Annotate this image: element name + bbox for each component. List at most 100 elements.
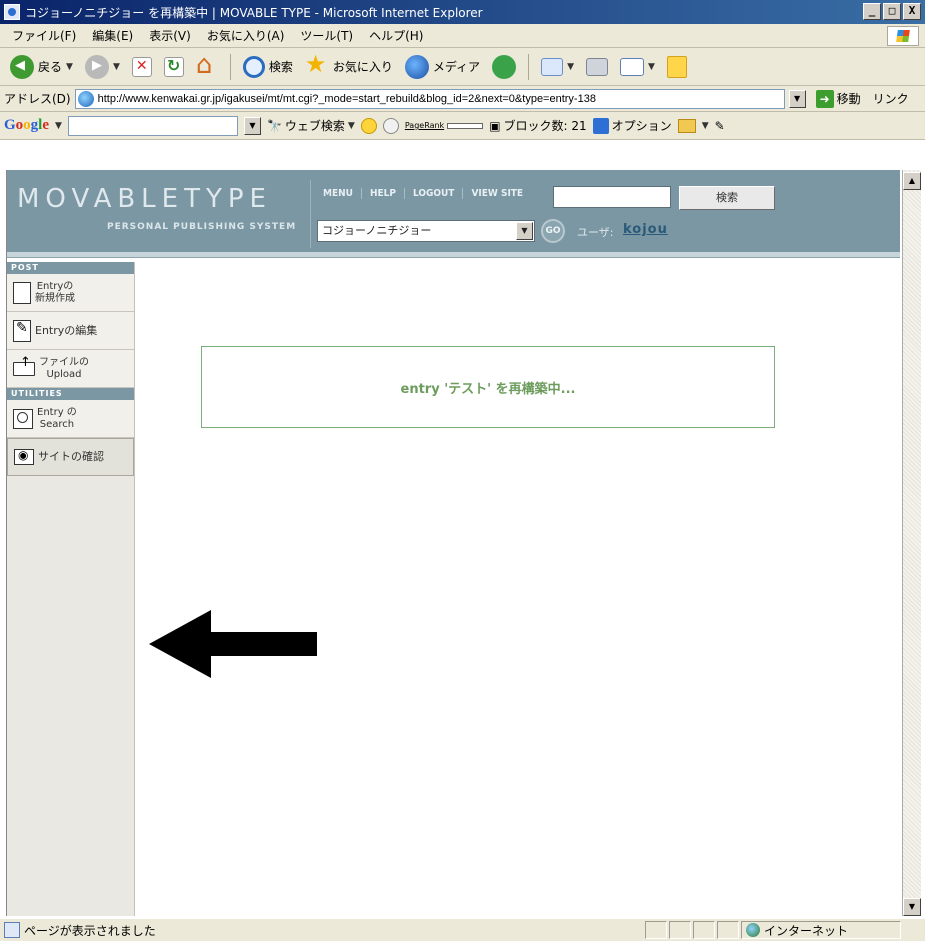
back-dropdown-icon[interactable]: ▼	[66, 62, 73, 72]
left-pointing-arrow-annotation	[149, 610, 317, 678]
forward-dropdown-icon[interactable]: ▼	[113, 62, 120, 72]
back-button[interactable]: 戻る ▼	[6, 51, 77, 83]
options-icon	[592, 117, 609, 134]
edit-dropdown-icon[interactable]: ▼	[648, 62, 655, 72]
address-dropdown-icon[interactable]: ▼	[788, 89, 806, 108]
google-search-dropdown-icon[interactable]: ▼	[243, 116, 261, 135]
google-menu-dropdown-icon[interactable]: ▼	[55, 121, 62, 131]
media-label: メディア	[432, 60, 481, 74]
blog-select-dropdown-icon[interactable]: ▼	[516, 222, 533, 240]
refresh-button[interactable]	[160, 51, 188, 83]
popup-blocker[interactable]: ▣ ブロック数: 21	[489, 117, 586, 134]
sidebar-item-view-site[interactable]: サイトの確認	[7, 438, 134, 476]
sidebar-item-label: Entry の Search	[37, 407, 77, 431]
menu-file[interactable]: ファイル(F)	[4, 27, 84, 44]
options-button[interactable]: オプション	[592, 117, 672, 134]
status-panel	[693, 921, 715, 939]
nav-menu-link[interactable]: MENU	[315, 188, 362, 199]
search-button[interactable]: 検索	[239, 51, 297, 83]
sidebar-item-search-entries[interactable]: Entry の Search	[7, 400, 134, 438]
popup-blocked-count: ブロック数: 21	[503, 119, 587, 133]
ie-page-icon	[4, 4, 20, 20]
menu-help[interactable]: ヘルプ(H)	[361, 27, 431, 44]
vertical-scrollbar[interactable]: ▲ ▼	[902, 170, 921, 916]
window-controls: _ □ X	[863, 3, 921, 20]
mt-logo[interactable]: MOVABLETYPE	[17, 184, 272, 214]
address-input[interactable]: http://www.kenwakai.gr.jp/igakusei/mt/mt…	[74, 88, 785, 109]
links-button[interactable]: リンク	[873, 90, 909, 107]
menu-favorites[interactable]: お気に入り(A)	[199, 27, 293, 44]
favorites-star-icon	[305, 50, 329, 79]
mt-logo-area: MOVABLETYPE PERSONAL PUBLISHING SYSTEM	[7, 170, 303, 252]
minimize-button[interactable]: _	[863, 3, 881, 20]
sad-face-icon[interactable]	[382, 117, 399, 134]
blog-select-value: コジョーノニチジョー	[322, 224, 432, 237]
highlighter-icon[interactable]: ✎	[715, 119, 725, 133]
go-button[interactable]: ➜ 移動	[815, 89, 861, 108]
security-zone: インターネット	[741, 921, 901, 939]
toolbar-separator	[229, 53, 231, 80]
scroll-up-icon[interactable]: ▲	[903, 172, 921, 190]
user-name-link[interactable]: kojou	[623, 222, 668, 237]
google-logo[interactable]: Google	[4, 117, 49, 134]
google-search-input[interactable]	[67, 115, 238, 136]
new-document-icon	[13, 281, 31, 304]
blog-select[interactable]: コジョーノニチジョー ▼	[317, 220, 535, 242]
blog-go-button[interactable]: GO	[541, 219, 565, 243]
google-toolbar: Google ▼ ▼ 🔭 ウェブ検索 ▼ PageRank ▣ ブロック数: 2…	[0, 112, 925, 140]
forward-arrow-icon	[84, 54, 109, 79]
home-button[interactable]	[192, 50, 222, 83]
nav-logout-link[interactable]: LOGOUT	[405, 188, 464, 199]
sidebar-item-edit-entries[interactable]: Entryの編集	[7, 312, 134, 350]
history-button[interactable]	[488, 51, 520, 83]
nav-view-site-link[interactable]: VIEW SITE	[463, 188, 531, 199]
sidebar-item-new-entry[interactable]: Entryの 新規作成	[7, 274, 134, 312]
messenger-button[interactable]	[663, 51, 691, 83]
upload-tray-icon	[13, 355, 35, 376]
folder-icon[interactable]	[677, 118, 696, 133]
menu-view[interactable]: 表示(V)	[141, 27, 199, 44]
mt-search-input[interactable]	[553, 186, 671, 208]
pagerank-bar	[447, 122, 484, 129]
sticky-note-icon	[666, 55, 687, 78]
media-button[interactable]: メディア	[401, 51, 484, 83]
edit-button[interactable]: ▼	[616, 51, 659, 83]
mt-search-button[interactable]: 検索	[679, 186, 775, 210]
folder-dropdown-icon[interactable]: ▼	[702, 121, 709, 131]
internet-globe-icon	[746, 923, 760, 937]
sidebar-item-upload-file[interactable]: ファイルの Upload	[7, 350, 134, 388]
nav-help-link[interactable]: HELP	[362, 188, 405, 199]
web-search-button[interactable]: 🔭 ウェブ検索 ▼	[267, 117, 355, 134]
mail-icon	[541, 57, 564, 76]
web-search-dropdown-icon[interactable]: ▼	[348, 121, 355, 131]
binoculars-icon: 🔭	[266, 118, 282, 133]
history-icon	[492, 54, 517, 79]
pagerank-label: PageRank	[404, 121, 445, 130]
header-underline	[7, 252, 900, 258]
print-button[interactable]	[582, 51, 612, 83]
menu-edit[interactable]: 編集(E)	[84, 27, 141, 44]
happy-face-icon[interactable]	[360, 117, 377, 134]
mt-header: MOVABLETYPE PERSONAL PUBLISHING SYSTEM M…	[7, 170, 900, 252]
mail-dropdown-icon[interactable]: ▼	[567, 62, 574, 72]
scroll-down-icon[interactable]: ▼	[903, 898, 921, 916]
standard-toolbar: 戻る ▼ ▼ 検索 お気に入り メディア ▼ ▼	[0, 48, 925, 86]
mail-button[interactable]: ▼	[537, 51, 578, 83]
sidebar-section-utilities: UTILITIES	[7, 388, 134, 400]
maximize-button[interactable]: □	[883, 3, 901, 20]
menu-tools[interactable]: ツール(T)	[292, 27, 361, 44]
label-line: Entryの	[36, 280, 74, 292]
stop-icon	[131, 56, 152, 77]
back-label: 戻る	[38, 60, 63, 74]
search-icon	[242, 55, 265, 78]
toolbar-separator	[528, 53, 530, 80]
label-line: 新規作成	[35, 292, 75, 304]
close-button[interactable]: X	[903, 3, 921, 20]
favorites-button[interactable]: お気に入り	[301, 50, 397, 83]
forward-button[interactable]: ▼	[81, 51, 124, 83]
favorites-label: お気に入り	[332, 60, 393, 74]
stop-button[interactable]	[128, 51, 156, 83]
search-label: 検索	[268, 60, 293, 74]
status-panel	[645, 921, 667, 939]
pagerank-indicator: PageRank	[404, 121, 484, 130]
